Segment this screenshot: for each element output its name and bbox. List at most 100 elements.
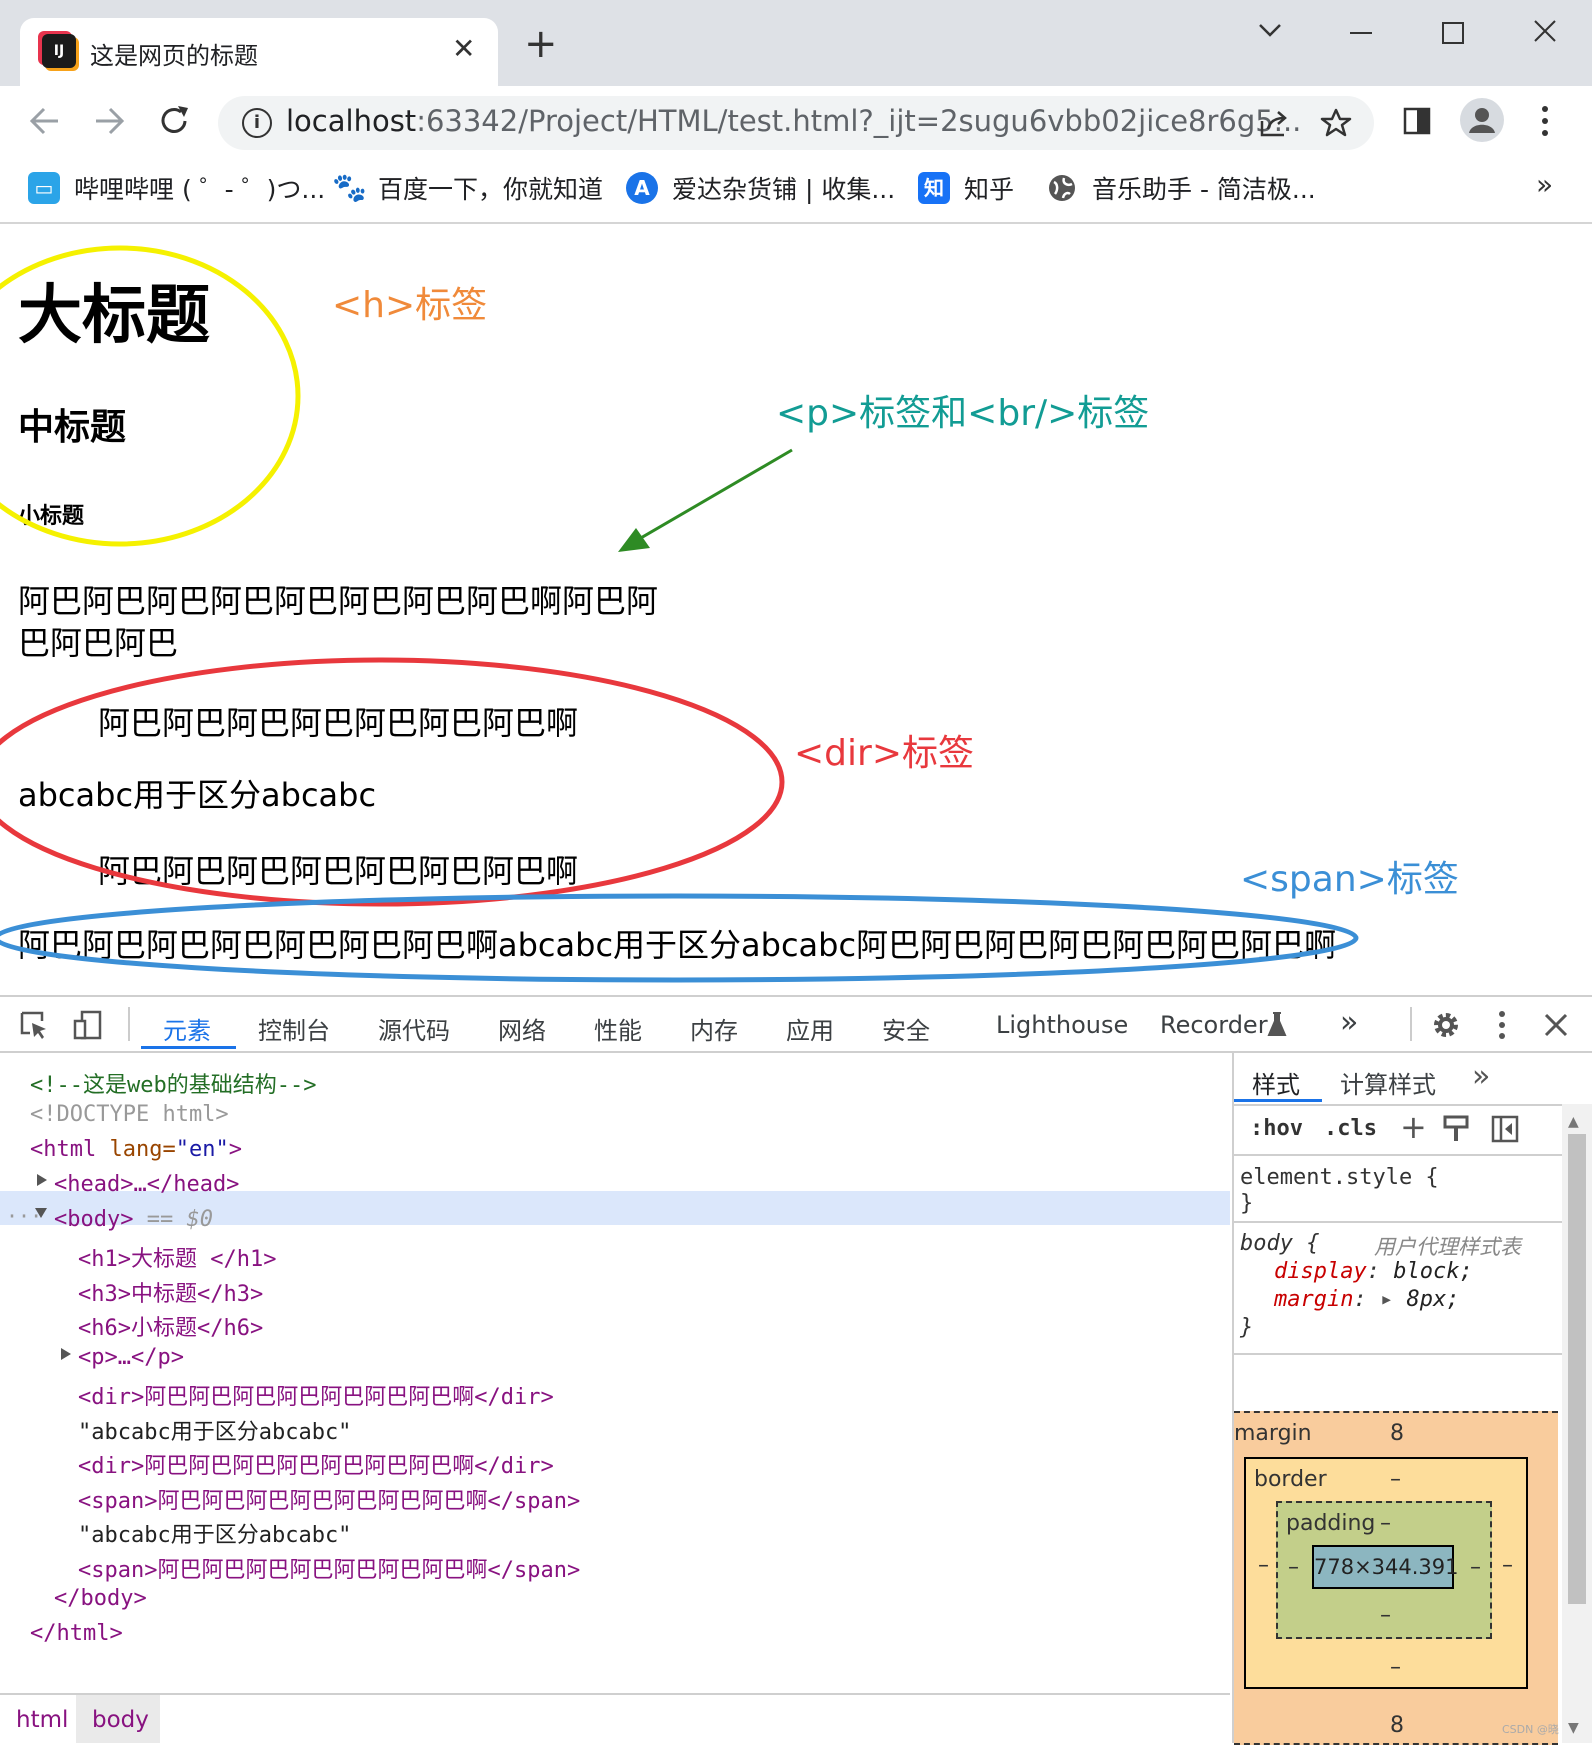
tab-console[interactable]: 控制台 <box>258 1011 330 1046</box>
back-arrow-icon[interactable] <box>28 104 62 138</box>
toolbar-divider <box>128 1007 130 1041</box>
bookmarks-bar: ▭ 哔哩哔哩 ( ゜- ゜)つ... 🐾 百度一下，你就知道 A 爱达杂货铺 |… <box>0 156 1592 224</box>
bookmarks-overflow-button[interactable]: » <box>1536 168 1553 201</box>
minimize-icon[interactable] <box>1346 18 1376 48</box>
scrollbar-thumb[interactable] <box>1568 1134 1586 1604</box>
tab-recorder[interactable]: Recorder <box>1160 1011 1268 1039</box>
padding-bottom-value: – <box>1380 1603 1391 1628</box>
dom-text-2[interactable]: "abcabc用于区分abcabc" <box>78 1517 351 1549</box>
tab-close-icon[interactable]: ✕ <box>452 32 475 65</box>
bookmark-label: 知乎 <box>964 175 1015 204</box>
tab-sources[interactable]: 源代码 <box>378 1011 450 1046</box>
dom-h6[interactable]: <h6>小标题</h6> <box>78 1310 263 1342</box>
zhihu-icon: 知 <box>918 172 950 204</box>
dom-span-2[interactable]: <span>阿巴阿巴阿巴阿巴阿巴阿巴阿巴啊</span> <box>78 1552 580 1584</box>
user-agent-stylesheet-label: 用户代理样式表 <box>1374 1235 1521 1259</box>
paint-roller-icon[interactable] <box>1442 1114 1470 1144</box>
maximize-icon[interactable] <box>1438 18 1468 48</box>
site-info-icon[interactable]: i <box>242 108 272 138</box>
dom-h1[interactable]: <h1>大标题 </h1> <box>78 1241 276 1273</box>
bookmark-bilibili[interactable]: ▭ 哔哩哔哩 ( ゜- ゜)つ... <box>28 170 325 206</box>
url-host: localhost <box>286 104 417 138</box>
settings-gear-icon[interactable] <box>1430 1009 1462 1041</box>
close-devtools-icon[interactable] <box>1542 1011 1570 1039</box>
styles-filter-bar: :hov .cls + <box>1234 1106 1562 1154</box>
toggle-sidebar-icon[interactable] <box>1490 1114 1520 1144</box>
tab-application[interactable]: 应用 <box>786 1011 834 1046</box>
more-tabs-button[interactable]: » <box>1340 1005 1358 1040</box>
dom-p[interactable]: <p>…</p> <box>78 1345 184 1370</box>
tab-memory[interactable]: 内存 <box>690 1011 738 1046</box>
dom-html-open[interactable]: <html lang="en"> <box>30 1137 242 1162</box>
box-model-border[interactable]: border – – – – padding – – – – 778×344.3… <box>1244 1457 1528 1689</box>
tab-performance[interactable]: 性能 <box>594 1011 642 1046</box>
dom-html-close[interactable]: </html> <box>30 1621 123 1646</box>
dom-dir-1[interactable]: <dir>阿巴阿巴阿巴阿巴阿巴阿巴阿巴啊</dir> <box>78 1379 554 1411</box>
new-tab-button[interactable]: + <box>524 24 558 64</box>
browser-tab[interactable]: IJ 这是网页的标题 ✕ <box>20 18 498 86</box>
dom-comment[interactable]: <!--这是web的基础结构--> <box>30 1067 316 1099</box>
html-tag: <html <box>30 1137 97 1162</box>
border-top-value: – <box>1390 1467 1401 1492</box>
breadcrumb-html[interactable]: html <box>16 1707 68 1733</box>
computed-tab[interactable]: 计算样式 <box>1340 1065 1436 1100</box>
bookmark-star-icon[interactable] <box>1320 107 1352 139</box>
window-close-icon[interactable] <box>1530 16 1560 46</box>
breadcrumb-body[interactable]: body <box>92 1707 149 1733</box>
bookmark-baidu[interactable]: 🐾 百度一下，你就知道 <box>332 170 603 206</box>
dom-h3[interactable]: <h3>中标题</h3> <box>78 1276 263 1308</box>
expand-shorthand-icon[interactable]: ▸ <box>1380 1287 1407 1312</box>
expand-triangle-icon[interactable] <box>60 1347 72 1361</box>
bookmark-zhihu[interactable]: 知 知乎 <box>918 170 1014 206</box>
profile-avatar[interactable] <box>1460 98 1504 142</box>
hov-toggle[interactable]: :hov <box>1250 1116 1303 1141</box>
box-model-content[interactable]: 778×344.391 <box>1312 1545 1459 1589</box>
dom-text-1[interactable]: "abcabc用于区分abcabc" <box>78 1414 351 1446</box>
device-toolbar-icon[interactable] <box>72 1009 104 1041</box>
styles-tab[interactable]: 样式 <box>1252 1065 1300 1100</box>
reload-icon[interactable] <box>158 104 192 138</box>
bookmark-aida[interactable]: A 爱达杂货铺 | 收集... <box>626 170 895 206</box>
side-panel-icon[interactable] <box>1402 106 1432 136</box>
margin-declaration[interactable]: margin: ▸ 8px; <box>1274 1287 1459 1312</box>
tab-elements[interactable]: 元素 <box>163 1011 211 1046</box>
dom-span-1[interactable]: <span>阿巴阿巴阿巴阿巴阿巴阿巴阿巴啊</span> <box>78 1483 580 1515</box>
tab-strip: IJ 这是网页的标题 ✕ + <box>0 0 1592 86</box>
expand-triangle-icon[interactable] <box>36 1173 48 1187</box>
body-rule-selector[interactable]: body { <box>1240 1231 1319 1256</box>
styles-more-button[interactable]: » <box>1472 1059 1490 1094</box>
tab-network[interactable]: 网络 <box>498 1011 546 1046</box>
body-tag: <body> <box>54 1207 134 1232</box>
inspect-element-icon[interactable] <box>18 1009 50 1041</box>
dom-doctype[interactable]: <!DOCTYPE html> <box>30 1102 229 1127</box>
address-bar[interactable]: i localhost:63342/Project/HTML/test.html… <box>218 96 1374 150</box>
cls-toggle[interactable]: .cls <box>1324 1116 1377 1141</box>
share-icon[interactable] <box>1258 109 1290 139</box>
dom-body-open[interactable]: <body> == $0 <box>54 1207 213 1232</box>
rule-close-brace: } <box>1240 1315 1254 1340</box>
devtools-menu-icon[interactable] <box>1492 1009 1512 1041</box>
url-path: :63342/Project/HTML/test.html?_ijt=2sugu… <box>416 104 1302 138</box>
new-rule-plus-icon[interactable]: + <box>1400 1108 1427 1146</box>
dom-head[interactable]: <head>…</head> <box>54 1172 239 1197</box>
dom-dir-2[interactable]: <dir>阿巴阿巴阿巴阿巴阿巴阿巴阿巴啊</dir> <box>78 1448 554 1480</box>
styles-scrollbar[interactable]: ▲ ▼ <box>1562 1104 1592 1743</box>
forward-arrow-icon[interactable] <box>92 104 126 138</box>
tab-lighthouse[interactable]: Lighthouse <box>996 1011 1128 1039</box>
box-model-padding[interactable]: padding – – – – 778×344.391 <box>1276 1501 1492 1639</box>
url-text[interactable]: localhost:63342/Project/HTML/test.html?_… <box>286 104 1301 138</box>
scroll-down-icon[interactable]: ▼ <box>1568 1720 1579 1736</box>
letter-a-icon: A <box>626 172 658 204</box>
collapse-triangle-icon[interactable] <box>34 1207 48 1219</box>
display-declaration[interactable]: display: block; <box>1274 1259 1473 1284</box>
breadcrumb: html body <box>0 1693 1230 1745</box>
dom-body-close[interactable]: </body> <box>54 1586 147 1611</box>
bookmark-music[interactable]: 音乐助手 - 简洁极... <box>1046 170 1316 206</box>
tab-search-chevron-icon[interactable] <box>1256 20 1284 40</box>
kebab-menu-icon[interactable] <box>1534 104 1556 138</box>
box-model-margin[interactable]: margin 8 8 border – – – – padding – – – … <box>1234 1411 1558 1745</box>
margin-bottom-value: 8 <box>1390 1713 1404 1738</box>
tab-security[interactable]: 安全 <box>882 1011 930 1046</box>
scroll-up-icon[interactable]: ▲ <box>1568 1114 1579 1130</box>
element-style-rule[interactable]: element.style { <box>1240 1165 1439 1190</box>
